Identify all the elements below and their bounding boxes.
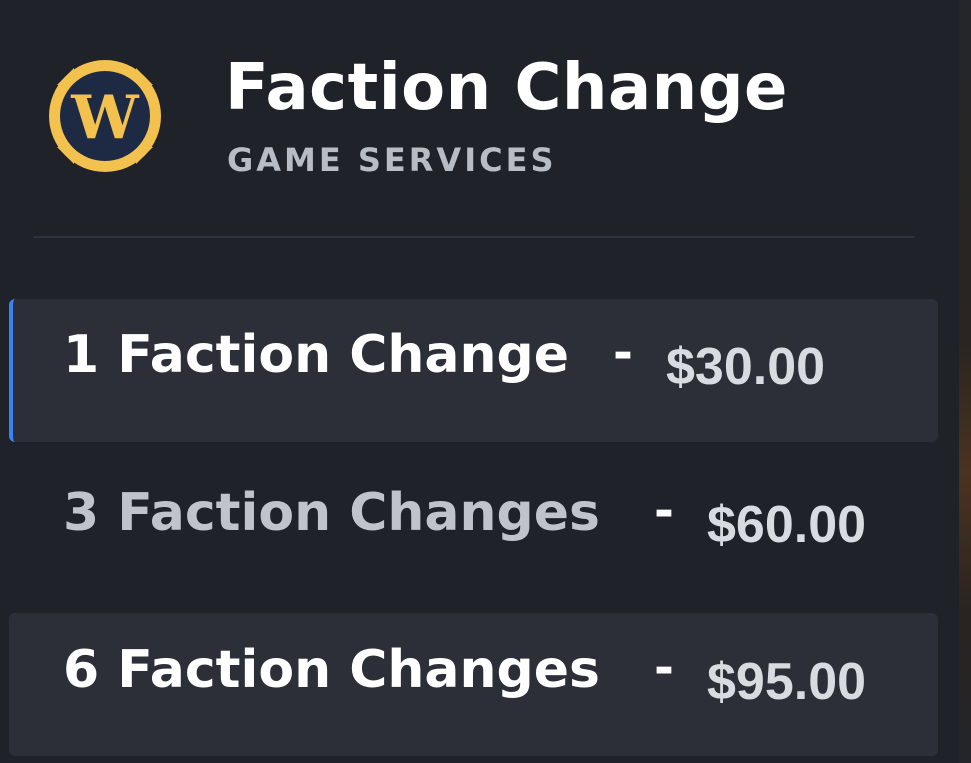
background-edge [959, 0, 971, 763]
logo-letter: W [70, 83, 140, 153]
option-price: $30.00 [666, 338, 826, 396]
option-separator: - [654, 483, 674, 539]
option-separator: - [654, 640, 674, 696]
option-6-faction-changes[interactable]: 6 Faction Changes - $95.00 [9, 613, 938, 756]
option-separator: - [613, 325, 633, 381]
option-price: $95.00 [707, 653, 867, 711]
header-divider [33, 236, 915, 238]
page-title: Faction Change [225, 51, 788, 125]
option-1-faction-change[interactable]: 1 Faction Change - $30.00 [9, 299, 938, 442]
wow-logo-icon: W [49, 60, 161, 172]
option-label: 6 Faction Changes [63, 640, 600, 700]
page-subtitle: GAME SERVICES [227, 141, 557, 179]
option-3-faction-changes[interactable]: 3 Faction Changes - $60.00 [9, 456, 938, 599]
option-label: 3 Faction Changes [63, 483, 600, 543]
option-price: $60.00 [707, 496, 867, 554]
product-panel: W Faction Change GAME SERVICES 1 Faction… [0, 0, 959, 763]
option-label: 1 Faction Change [63, 325, 569, 385]
